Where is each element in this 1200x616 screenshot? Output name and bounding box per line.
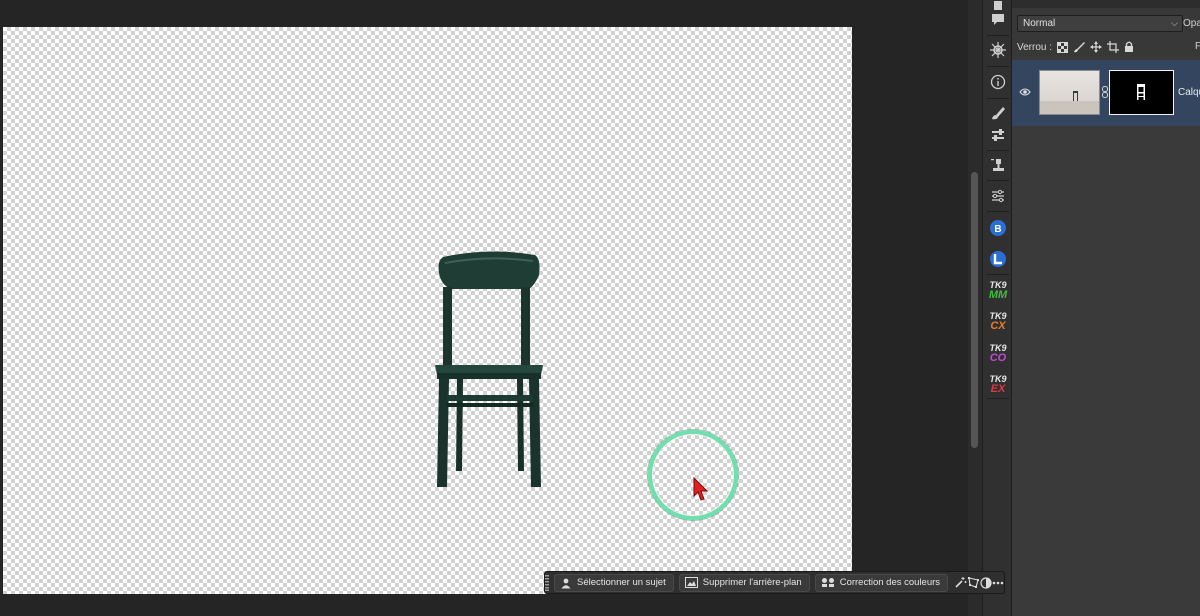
lock-position-icon[interactable] <box>1090 41 1103 53</box>
select-subject-label: Sélectionner un sujet <box>577 577 666 588</box>
remove-background-button[interactable]: Supprimer l'arrière-plan <box>678 573 810 592</box>
contextual-task-bar: Sélectionner un sujet Supprimer l'arrièr… <box>544 571 1005 594</box>
tk9-ex-plugin-icon[interactable]: TK9 EX <box>986 373 1010 397</box>
scrollbar-thumb[interactable] <box>971 172 978 448</box>
tk9-cx-plugin-icon[interactable]: TK9 CX <box>986 310 1010 334</box>
person-icon <box>561 578 571 588</box>
layer-name[interactable]: Calqu <box>1178 87 1200 98</box>
lock-image-pixels-icon[interactable] <box>1073 41 1086 53</box>
image-icon <box>684 577 698 588</box>
adjustments-icon[interactable] <box>986 184 1010 208</box>
tool-presets-icon[interactable] <box>986 123 1010 147</box>
fill-label: F <box>1195 41 1200 52</box>
plugin-blue-circle-icon[interactable]: B <box>986 216 1010 240</box>
layer-mask-thumbnail[interactable] <box>1109 70 1174 115</box>
lock-all-icon[interactable] <box>1124 41 1134 53</box>
document-canvas[interactable] <box>3 27 852 594</box>
comments-icon[interactable] <box>986 8 1010 32</box>
clone-source-icon[interactable] <box>986 153 1010 177</box>
lock-row: Verrou : <box>1017 40 1134 54</box>
layer-list <box>1012 57 1200 616</box>
drag-handle-icon[interactable] <box>545 572 549 593</box>
remove-background-label: Supprimer l'arrière-plan <box>702 577 802 588</box>
brush-settings-icon[interactable] <box>986 101 1010 125</box>
info-icon[interactable] <box>986 70 1010 94</box>
lock-label: Verrou : <box>1017 41 1053 53</box>
opacity-label: Opa <box>1183 18 1200 29</box>
plugin-blue-pie-icon[interactable] <box>986 247 1010 271</box>
select-subject-button[interactable]: Sélectionner un sujet <box>554 573 674 592</box>
lock-transparent-pixels-icon[interactable] <box>1057 41 1069 53</box>
lock-artboard-icon[interactable] <box>1107 41 1120 53</box>
color-correction-label: Correction des couleurs <box>839 577 941 588</box>
chain-link-icon[interactable] <box>1102 86 1108 98</box>
svg-text:B: B <box>994 224 1001 235</box>
magic-wand-icon[interactable] <box>954 574 967 592</box>
chevron-down-icon: ⌵ <box>1171 18 1178 28</box>
layer-image-thumbnail[interactable] <box>1039 70 1100 115</box>
transform-selection-icon[interactable] <box>967 574 980 592</box>
blend-mode-select[interactable]: Normal ⌵ <box>1017 15 1183 32</box>
mouse-pointer-icon <box>693 476 708 501</box>
color-match-icon <box>821 578 834 587</box>
3d-icon[interactable] <box>986 38 1010 62</box>
tk9-mm-plugin-icon[interactable]: TK9 MM <box>986 279 1010 303</box>
vertical-scrollbar[interactable] <box>968 0 982 616</box>
panel-icon-rail: B TK9 MM TK9 CX TK9 CO TK9 EX <box>982 0 1012 616</box>
eye-visibility-icon[interactable] <box>1019 87 1031 97</box>
more-options-icon[interactable] <box>992 574 1004 592</box>
layer-row-selected[interactable]: Calqu <box>1012 60 1200 126</box>
document-workspace <box>0 0 968 616</box>
layers-panel: Normal ⌵ Opa Verrou : F Calq <box>1012 0 1200 616</box>
brush-cursor-circle <box>648 430 738 520</box>
tk9-co-plugin-icon[interactable]: TK9 CO <box>986 342 1010 366</box>
color-correction-button[interactable]: Correction des couleurs <box>814 573 949 592</box>
panel-tab-strip[interactable] <box>1012 0 1200 8</box>
chair-image <box>435 251 543 487</box>
adjustment-layer-icon[interactable] <box>980 574 992 592</box>
blend-mode-value: Normal <box>1023 18 1056 29</box>
